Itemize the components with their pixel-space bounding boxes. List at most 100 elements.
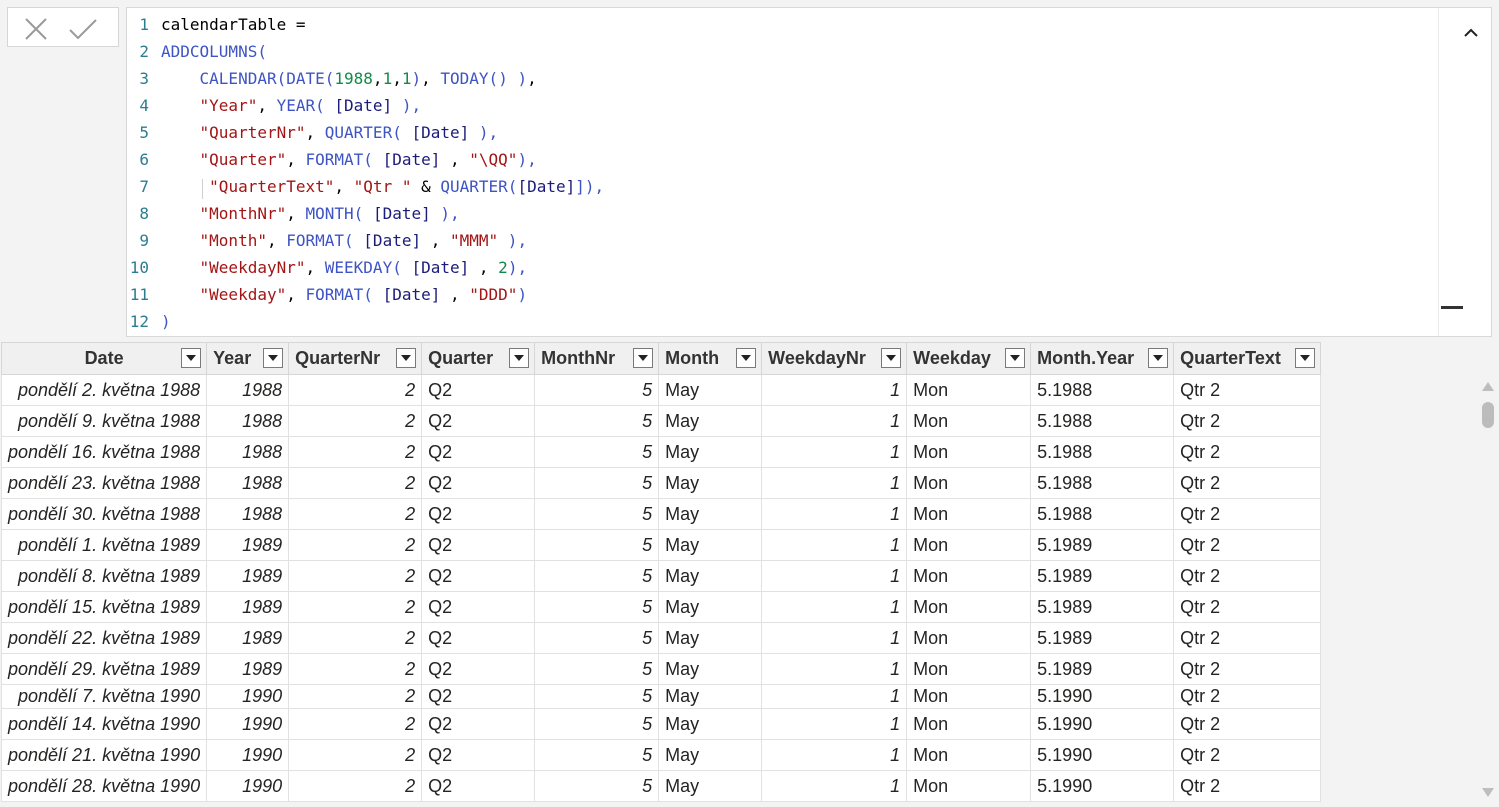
table-cell[interactable]: May xyxy=(658,653,763,685)
table-cell[interactable]: pondělí 8. května 1989 xyxy=(0,560,208,592)
table-cell[interactable]: 2 xyxy=(288,436,423,468)
table-cell[interactable]: 1 xyxy=(761,770,908,802)
table-cell[interactable]: May xyxy=(658,622,763,654)
table-cell[interactable]: 5.1990 xyxy=(1030,708,1175,740)
table-cell[interactable]: 5.1990 xyxy=(1030,770,1175,802)
table-cell[interactable]: Qtr 2 xyxy=(1173,770,1322,802)
table-cell[interactable]: 2 xyxy=(288,560,423,592)
table-cell[interactable]: 1 xyxy=(761,405,908,437)
table-row[interactable]: pondělí 28. května 1990 1990 2 Q2 5 May 1 Mon 5.… xyxy=(0,770,1322,802)
table-cell[interactable]: pondělí 30. května 1988 xyxy=(0,498,208,530)
column-header[interactable]: Year xyxy=(206,342,290,375)
table-cell[interactable]: 5 xyxy=(534,498,660,530)
table-cell[interactable]: pondělí 23. května 1988 xyxy=(0,467,208,499)
table-row[interactable]: pondělí 1. května 1989 1989 2 Q2 5 May 1 Mon 5.1… xyxy=(0,529,1322,561)
table-cell[interactable]: 5 xyxy=(534,770,660,802)
table-cell[interactable]: 5 xyxy=(534,739,660,771)
table-cell[interactable]: May xyxy=(658,684,763,709)
table-cell[interactable]: Qtr 2 xyxy=(1173,405,1322,437)
table-cell[interactable]: Q2 xyxy=(421,622,536,654)
table-cell[interactable]: 1 xyxy=(761,622,908,654)
table-cell[interactable]: 2 xyxy=(288,684,423,709)
column-header[interactable]: QuarterText xyxy=(1173,342,1322,375)
table-row[interactable]: pondělí 15. května 1989 1989 2 Q2 5 May 1 Mon 5.… xyxy=(0,591,1322,623)
table-row[interactable]: pondělí 16. května 1988 1988 2 Q2 5 May 1 Mon 5.… xyxy=(0,436,1322,468)
table-cell[interactable]: Mon xyxy=(906,684,1032,709)
table-cell[interactable]: 5.1989 xyxy=(1030,529,1175,561)
table-cell[interactable]: Mon xyxy=(906,739,1032,771)
table-cell[interactable]: 1 xyxy=(761,684,908,709)
filter-dropdown-icon[interactable] xyxy=(1005,348,1026,368)
table-cell[interactable]: Mon xyxy=(906,467,1032,499)
table-cell[interactable]: 5 xyxy=(534,405,660,437)
table-cell[interactable]: 5.1988 xyxy=(1030,498,1175,530)
table-cell[interactable]: 5 xyxy=(534,622,660,654)
table-cell[interactable]: 5.1988 xyxy=(1030,374,1175,406)
filter-dropdown-icon[interactable] xyxy=(181,348,202,368)
scroll-down-arrow-icon[interactable] xyxy=(1482,788,1494,797)
table-cell[interactable]: Mon xyxy=(906,591,1032,623)
table-cell[interactable]: Qtr 2 xyxy=(1173,560,1322,592)
table-cell[interactable]: pondělí 28. května 1990 xyxy=(0,770,208,802)
table-row[interactable]: pondělí 30. května 1988 1988 2 Q2 5 May 1 Mon 5.… xyxy=(0,498,1322,530)
table-cell[interactable]: Q2 xyxy=(421,708,536,740)
table-cell[interactable]: 1 xyxy=(761,653,908,685)
table-row[interactable]: pondělí 2. května 1988 1988 2 Q2 5 May 1 Mon 5.1… xyxy=(0,374,1322,406)
table-cell[interactable]: Mon xyxy=(906,374,1032,406)
table-cell[interactable]: 5.1989 xyxy=(1030,622,1175,654)
table-cell[interactable]: May xyxy=(658,498,763,530)
table-cell[interactable]: 1988 xyxy=(206,498,290,530)
table-cell[interactable]: Mon xyxy=(906,529,1032,561)
table-cell[interactable]: 2 xyxy=(288,374,423,406)
table-cell[interactable]: 5 xyxy=(534,529,660,561)
table-cell[interactable]: Qtr 2 xyxy=(1173,374,1322,406)
table-cell[interactable]: pondělí 14. května 1990 xyxy=(0,708,208,740)
filter-dropdown-icon[interactable] xyxy=(1148,348,1169,368)
table-cell[interactable]: Qtr 2 xyxy=(1173,467,1322,499)
table-row[interactable]: pondělí 7. května 1990 1990 2 Q2 5 May 1 Mon 5.1… xyxy=(0,684,1322,709)
table-cell[interactable]: Qtr 2 xyxy=(1173,529,1322,561)
table-cell[interactable]: 1988 xyxy=(206,374,290,406)
formula-editor[interactable]: 1 calendarTable = 2 ADDCOLUMNS(3 CALENDAR(D… xyxy=(126,7,1492,337)
chevron-up-icon[interactable] xyxy=(1459,25,1483,41)
table-cell[interactable]: Q2 xyxy=(421,739,536,771)
scrollbar-thumb[interactable] xyxy=(1482,402,1494,428)
column-header[interactable]: Weekday xyxy=(906,342,1032,375)
table-cell[interactable]: 5 xyxy=(534,591,660,623)
table-cell[interactable]: pondělí 29. května 1989 xyxy=(0,653,208,685)
table-cell[interactable]: 1990 xyxy=(206,739,290,771)
vertical-scrollbar[interactable] xyxy=(1478,376,1498,804)
column-header[interactable]: QuarterNr xyxy=(288,342,423,375)
table-cell[interactable]: pondělí 16. května 1988 xyxy=(0,436,208,468)
table-cell[interactable]: 5.1988 xyxy=(1030,405,1175,437)
table-cell[interactable]: 5.1990 xyxy=(1030,739,1175,771)
table-cell[interactable]: May xyxy=(658,708,763,740)
table-cell[interactable]: 1988 xyxy=(206,436,290,468)
table-cell[interactable]: 5 xyxy=(534,560,660,592)
scroll-up-arrow-icon[interactable] xyxy=(1482,382,1494,391)
table-cell[interactable]: Q2 xyxy=(421,374,536,406)
column-header[interactable]: Date xyxy=(0,342,208,375)
column-header[interactable]: Month xyxy=(658,342,763,375)
table-cell[interactable]: 2 xyxy=(288,770,423,802)
table-cell[interactable]: Q2 xyxy=(421,770,536,802)
table-cell[interactable]: 5.1988 xyxy=(1030,436,1175,468)
table-cell[interactable]: Q2 xyxy=(421,498,536,530)
column-header[interactable]: MonthNr xyxy=(534,342,660,375)
filter-dropdown-icon[interactable] xyxy=(1295,348,1316,368)
table-cell[interactable]: 2 xyxy=(288,405,423,437)
table-cell[interactable]: Qtr 2 xyxy=(1173,739,1322,771)
table-cell[interactable]: 1 xyxy=(761,467,908,499)
minimize-icon[interactable] xyxy=(1441,306,1463,309)
table-cell[interactable]: 5.1989 xyxy=(1030,591,1175,623)
table-cell[interactable]: Qtr 2 xyxy=(1173,653,1322,685)
table-row[interactable]: pondělí 14. května 1990 1990 2 Q2 5 May 1 Mon 5.… xyxy=(0,708,1322,740)
table-cell[interactable]: Qtr 2 xyxy=(1173,498,1322,530)
table-cell[interactable]: 1 xyxy=(761,529,908,561)
table-cell[interactable]: May xyxy=(658,467,763,499)
table-cell[interactable]: Mon xyxy=(906,770,1032,802)
table-row[interactable]: pondělí 8. května 1989 1989 2 Q2 5 May 1 Mon 5.1… xyxy=(0,560,1322,592)
table-row[interactable]: pondělí 23. května 1988 1988 2 Q2 5 May 1 Mon 5.… xyxy=(0,467,1322,499)
table-cell[interactable]: Q2 xyxy=(421,529,536,561)
table-cell[interactable]: 1989 xyxy=(206,653,290,685)
